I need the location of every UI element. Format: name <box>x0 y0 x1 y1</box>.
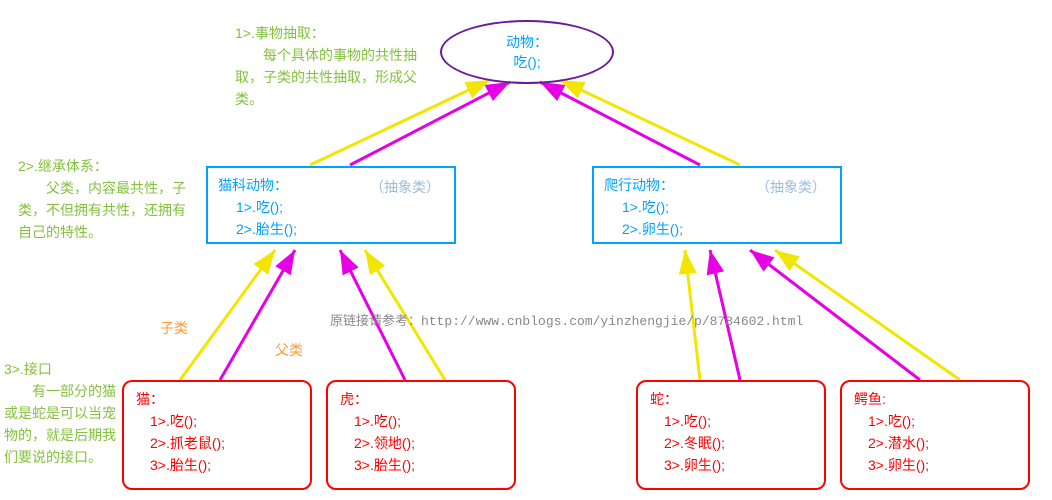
node-reptiles: 爬行动物： 1>.吃(); 2>.卵生(); （抽象类） <box>592 166 842 244</box>
node-animal-title: 动物： <box>442 32 612 52</box>
edge-reptiles-to-animal-2 <box>560 80 740 165</box>
node-cat-m2: 2>.抓老鼠(); <box>136 432 298 454</box>
node-snake: 蛇： 1>.吃(); 2>.冬眠(); 3>.卵生(); <box>636 380 826 490</box>
node-croc-m3: 3>.卵生(); <box>854 454 1016 476</box>
note-abstraction-body: 每个具体的事物的共性抽取，子类的共性抽取，形成父类。 <box>235 44 425 110</box>
node-croc: 鳄鱼: 1>.吃(); 2>.潜水(); 3>.卵生(); <box>840 380 1030 490</box>
note-interface-heading: 3>.接口 <box>4 358 124 380</box>
node-cats-m1: 1>.吃(); <box>218 196 444 218</box>
note-inheritance: 2>.继承体系： 父类，内容最共性，子类，不但拥有共性，还拥有自己的特性。 <box>18 155 188 243</box>
note-interface: 3>.接口 有一部分的猫或是蛇是可以当宠物的，就是后期我们要说的接口。 <box>4 358 124 468</box>
node-snake-title: 蛇： <box>650 388 812 410</box>
node-cats: 猫科动物： 1>.吃(); 2>.胎生(); （抽象类） <box>206 166 456 244</box>
node-animal: 动物： 吃(); <box>440 20 614 84</box>
node-croc-m1: 1>.吃(); <box>854 410 1016 432</box>
node-tiger-m1: 1>.吃(); <box>340 410 502 432</box>
note-interface-body: 有一部分的猫或是蛇是可以当宠物的，就是后期我们要说的接口。 <box>4 380 124 468</box>
node-tiger-m2: 2>.领地(); <box>340 432 502 454</box>
node-cats-badge: （抽象类） <box>370 176 440 198</box>
label-superclass: 父类 <box>275 340 303 360</box>
edge-cat-to-cats-1 <box>180 250 275 380</box>
node-croc-title: 鳄鱼: <box>854 388 1016 410</box>
node-animal-method: 吃(); <box>442 52 612 72</box>
node-reptiles-m2: 2>.卵生(); <box>604 218 830 240</box>
node-cats-m2: 2>.胎生(); <box>218 218 444 240</box>
label-subclass: 子类 <box>160 318 188 338</box>
node-cat: 猫： 1>.吃(); 2>.抓老鼠(); 3>.胎生(); <box>122 380 312 490</box>
note-inheritance-heading: 2>.继承体系： <box>18 155 188 177</box>
node-snake-m3: 3>.卵生(); <box>650 454 812 476</box>
note-abstraction-heading: 1>.事物抽取： <box>235 22 425 44</box>
node-tiger-m3: 3>.胎生(); <box>340 454 502 476</box>
node-tiger: 虎： 1>.吃(); 2>.领地(); 3>.胎生(); <box>326 380 516 490</box>
node-cat-m1: 1>.吃(); <box>136 410 298 432</box>
node-cat-m3: 3>.胎生(); <box>136 454 298 476</box>
edge-cat-to-cats-2 <box>220 250 295 380</box>
node-snake-m2: 2>.冬眠(); <box>650 432 812 454</box>
edge-reptiles-to-animal-1 <box>540 82 700 165</box>
note-inheritance-body: 父类，内容最共性，子类，不但拥有共性，还拥有自己的特性。 <box>18 177 188 243</box>
watermark-link: 原链接请参考：http://www.cnblogs.com/yinzhengji… <box>330 310 803 329</box>
node-cat-title: 猫： <box>136 388 298 410</box>
node-reptiles-badge: （抽象类） <box>756 176 826 198</box>
node-tiger-title: 虎： <box>340 388 502 410</box>
node-croc-m2: 2>.潜水(); <box>854 432 1016 454</box>
node-reptiles-m1: 1>.吃(); <box>604 196 830 218</box>
node-snake-m1: 1>.吃(); <box>650 410 812 432</box>
note-abstraction: 1>.事物抽取： 每个具体的事物的共性抽取，子类的共性抽取，形成父类。 <box>235 22 425 110</box>
